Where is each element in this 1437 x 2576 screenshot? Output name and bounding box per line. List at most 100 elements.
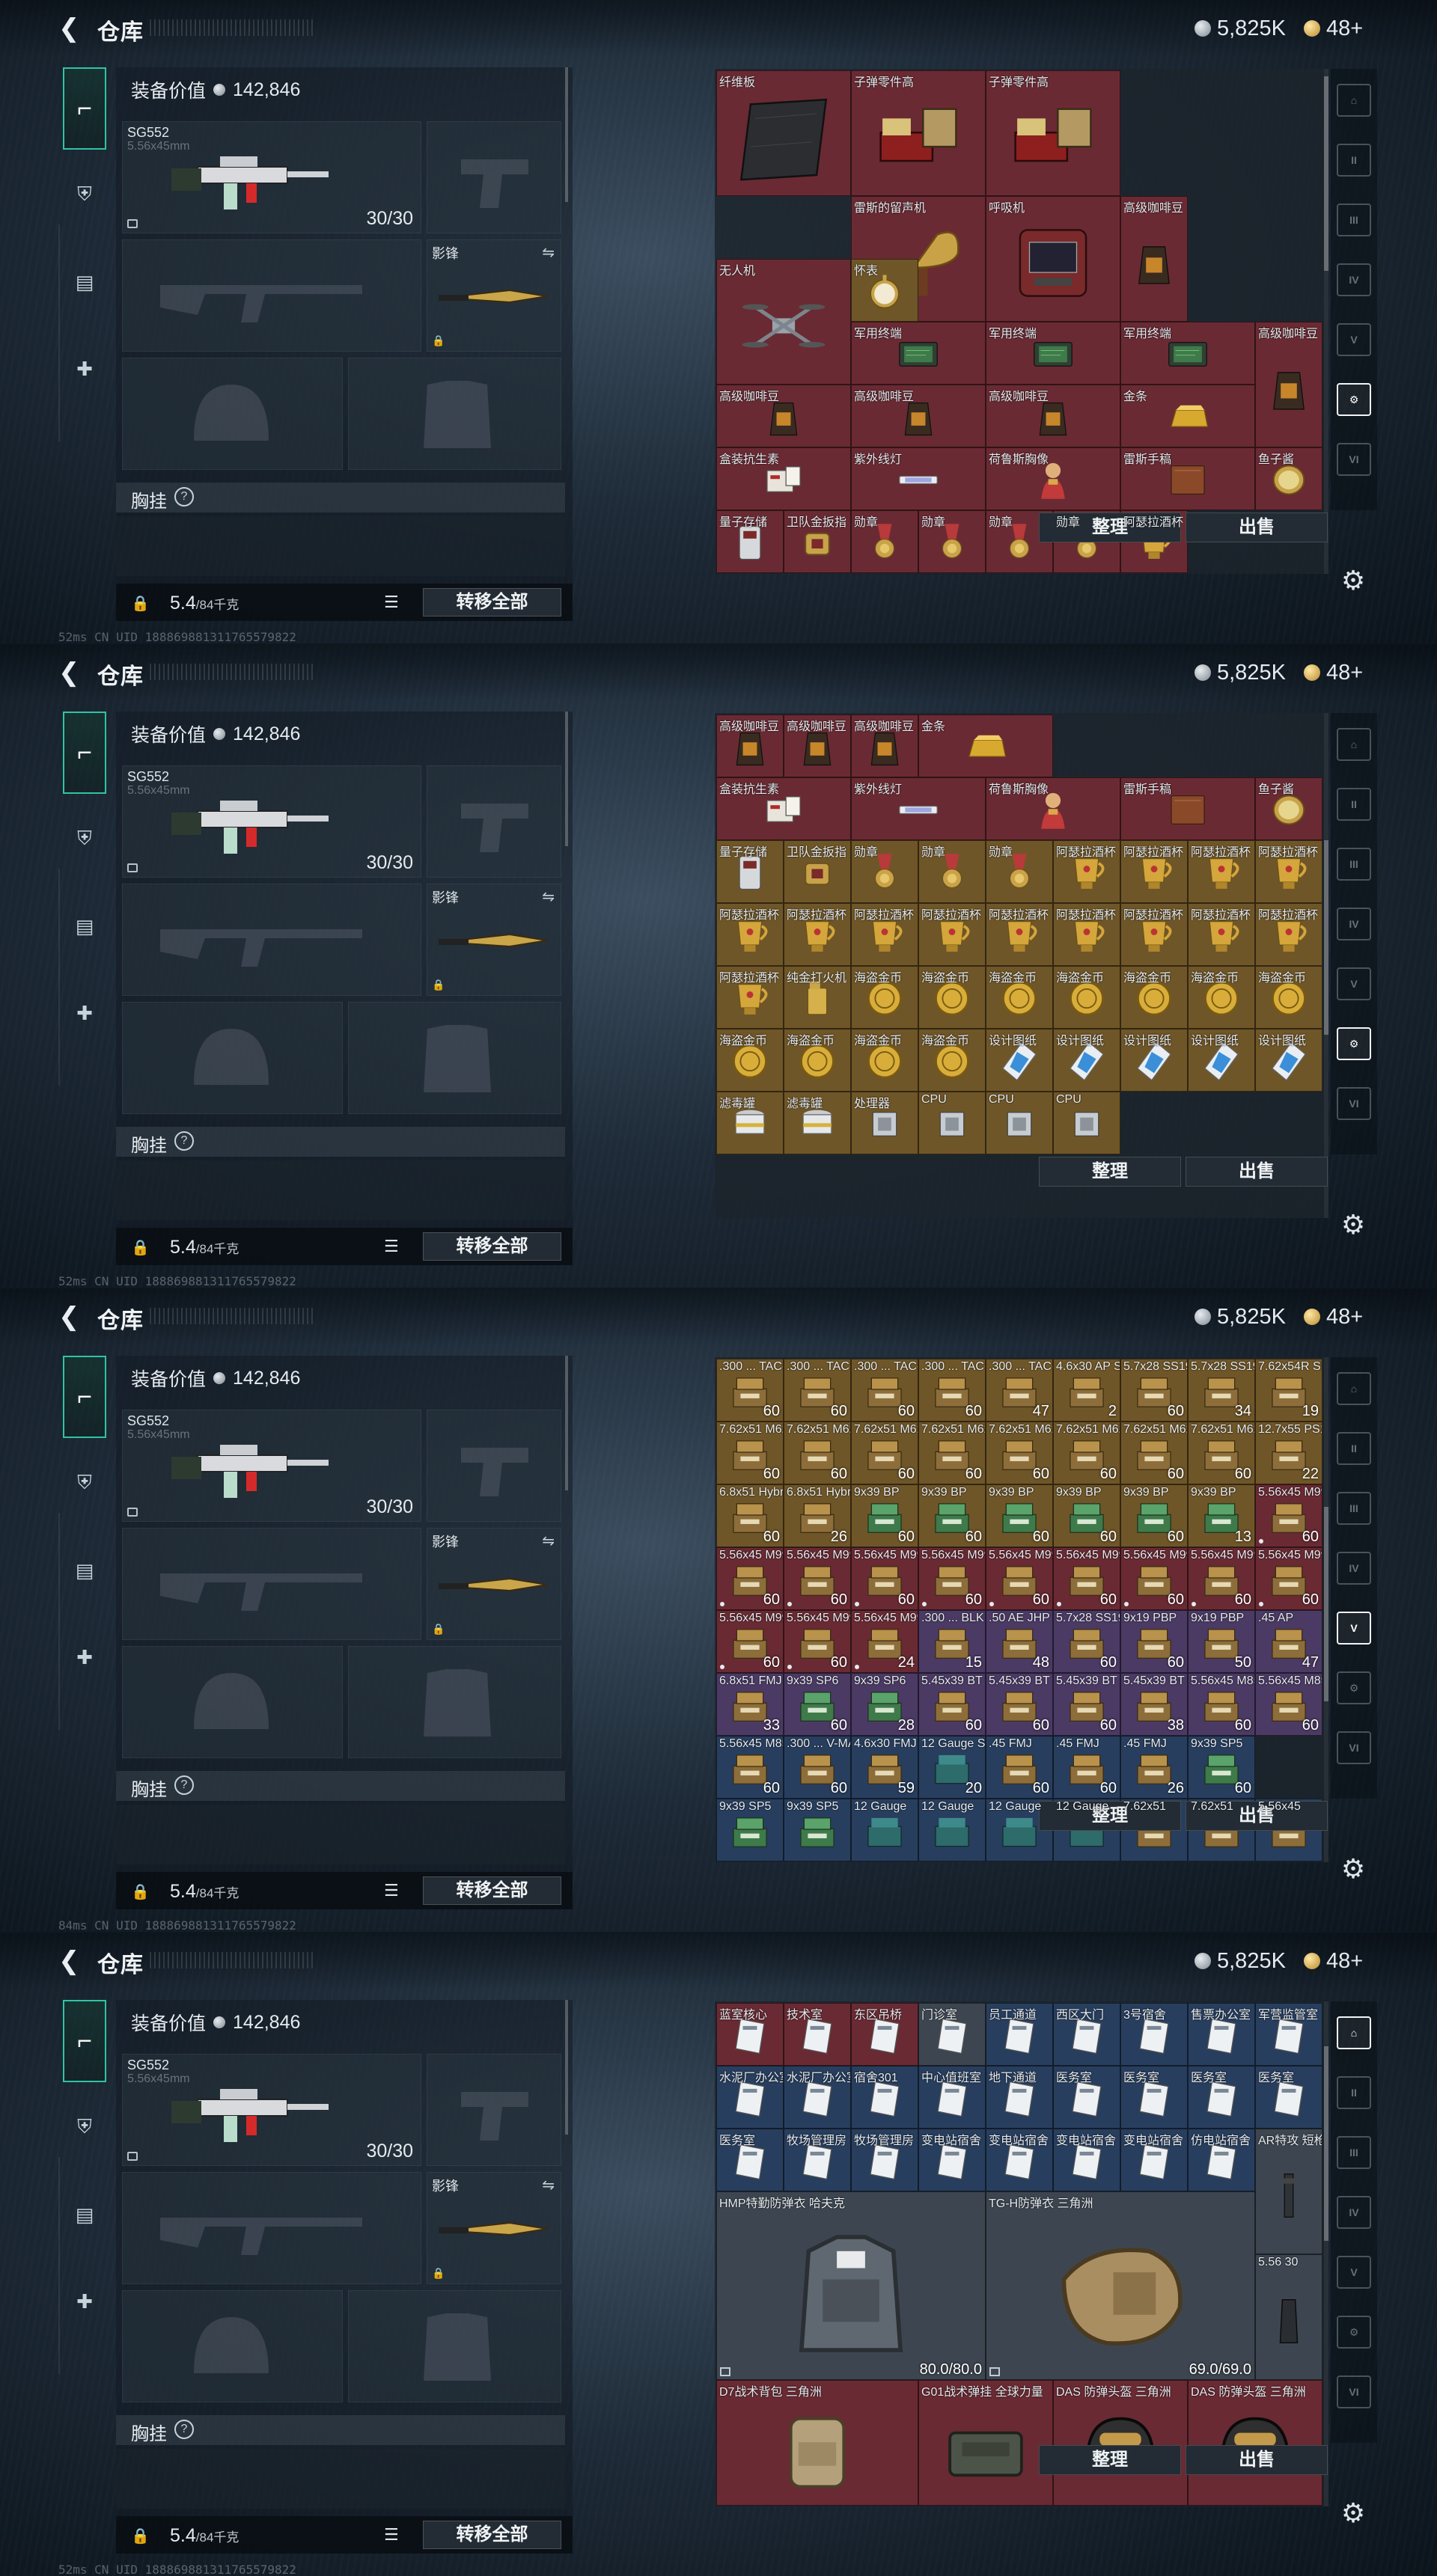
item-cell[interactable]: 中心值班室 [918, 2066, 986, 2129]
loadout-scrollbar[interactable] [565, 712, 568, 846]
back-arrow-icon[interactable]: ❮ [58, 1948, 80, 1974]
list-icon[interactable]: ☰ [384, 593, 400, 611]
item-cell[interactable]: 勋章 [851, 840, 918, 903]
item-cell[interactable]: 变电站宿舍 [1120, 2129, 1188, 2191]
item-cell[interactable]: 5.56x45 M855A1 60 [716, 1736, 784, 1799]
storage-tab-6[interactable]: ⚙ [1337, 2316, 1371, 2349]
loadout-scrollbar[interactable] [565, 1356, 568, 1490]
storage-grid[interactable]: 蓝室核心 技术室 东区吊桥 门诊室 员工通道 西区大门 3号宿舍 售票办公室 军营监管室 水泥厂办… [715, 2001, 1328, 2506]
item-cell[interactable]: 设计图纸 [1053, 1029, 1120, 1092]
item-cell[interactable]: 5.56x45 M995 60 [1255, 1547, 1322, 1610]
helmet-slot[interactable] [122, 2290, 343, 2402]
storage-grid[interactable]: 纤维板 子弹零件高 子弹零件高 雷斯的留声机 呼吸机 高级咖啡豆 无人机 怀表 军用终端 军用终端… [715, 69, 1328, 574]
item-cell[interactable]: 军用终端 [1120, 322, 1255, 385]
item-cell[interactable]: 卫队金扳指 [784, 840, 851, 903]
medkit-tab-icon[interactable]: ✚ [63, 2260, 106, 2343]
rifle-slot-2[interactable] [122, 1528, 421, 1640]
item-cell[interactable]: 9x19 PBP 60 [1120, 1610, 1188, 1673]
item-cell[interactable]: 9x39 BP 60 [1120, 1484, 1188, 1547]
item-cell[interactable]: 阿瑟拉酒杯 [1255, 840, 1322, 903]
item-cell[interactable]: 勋章 [851, 510, 918, 573]
item-cell[interactable]: 纤维板 [716, 70, 851, 196]
item-cell[interactable]: .50 AE JHP 48 [986, 1610, 1053, 1673]
silver-currency[interactable]: 5,825K [1195, 659, 1286, 686]
item-cell[interactable]: 9x19 PBP 50 [1188, 1610, 1255, 1673]
armor-tab-icon[interactable]: ⛨ [63, 2086, 106, 2168]
swap-icon[interactable]: ⇋ [542, 887, 555, 906]
list-icon[interactable]: ☰ [384, 1237, 400, 1255]
item-cell[interactable]: 盒装抗生素 [716, 777, 851, 840]
item-cell[interactable]: D7战术背包 三角洲 [716, 2380, 918, 2506]
item-cell[interactable]: 海盗金币 [851, 966, 918, 1029]
item-cell[interactable]: 海盗金币 [1053, 966, 1120, 1029]
item-cell[interactable]: 勋章 [986, 840, 1053, 903]
secondary-weapon-slot[interactable] [427, 1410, 561, 1522]
item-cell[interactable]: 阿瑟拉酒杯 [1120, 840, 1188, 903]
item-cell[interactable]: 9x39 BP 60 [986, 1484, 1053, 1547]
storage-tab-1[interactable]: ⌂ [1337, 1372, 1371, 1405]
item-cell[interactable]: AR特攻 短枪管组合 [1255, 2129, 1322, 2254]
item-cell[interactable]: 阿瑟拉酒杯 [784, 903, 851, 966]
item-cell[interactable]: 6.8x51 Hybrid 26 [784, 1484, 851, 1547]
item-cell[interactable]: 5.56x45 M855A1 60 [1188, 1673, 1255, 1736]
rifle-slot-2[interactable] [122, 884, 421, 996]
item-cell[interactable]: 宿舍301 [851, 2066, 918, 2129]
item-cell[interactable]: 阿瑟拉酒杯 [1188, 903, 1255, 966]
primary-weapon-slot[interactable]: SG552 5.56x45mm 30/30 [122, 765, 421, 878]
item-cell[interactable]: 5.56x45 M995 60 [716, 1610, 784, 1673]
clipboard-tab-icon[interactable]: ▤ [63, 241, 106, 323]
item-cell[interactable]: 子弹零件高 [986, 70, 1120, 196]
primary-weapon-slot[interactable]: SG552 5.56x45mm 30/30 [122, 2054, 421, 2166]
storage-tab-5[interactable]: V [1337, 323, 1371, 356]
item-cell[interactable]: 紫外线灯 [851, 447, 986, 510]
item-cell[interactable]: 12 Gauge Slug 20 [918, 1736, 986, 1799]
melee-slot[interactable]: 影锋 ⇋ 🔒 [427, 2172, 561, 2284]
item-cell[interactable]: 蓝室核心 [716, 2003, 784, 2066]
melee-slot[interactable]: 影锋 ⇋ 🔒 [427, 884, 561, 996]
item-cell[interactable]: 阿瑟拉酒杯 [1053, 903, 1120, 966]
item-cell[interactable]: CPU [1053, 1092, 1120, 1154]
item-cell[interactable]: 怀表 [851, 259, 918, 322]
storage-tab-3[interactable]: III [1337, 204, 1371, 236]
item-cell[interactable]: 变电站宿舍 [918, 2129, 986, 2191]
help-icon[interactable]: ? [174, 1775, 194, 1795]
item-cell[interactable]: .45 FMJ 26 [1120, 1736, 1188, 1799]
item-cell[interactable]: 鱼子酱 [1255, 447, 1322, 510]
item-cell[interactable]: .300 ... TAC-TX 60 [851, 1359, 918, 1422]
rifle-slot-2[interactable] [122, 2172, 421, 2284]
item-cell[interactable]: 军用终端 [986, 322, 1120, 385]
item-cell[interactable]: 7.62x51 M62 60 [784, 1422, 851, 1484]
item-cell[interactable]: 6.8x51 FMJ 33 [716, 1673, 784, 1736]
help-icon[interactable]: ? [174, 2420, 194, 2439]
helmet-slot[interactable] [122, 358, 343, 470]
item-cell[interactable]: 9x39 SP6 60 [784, 1673, 851, 1736]
item-cell[interactable]: 阿瑟拉酒杯 [1120, 903, 1188, 966]
storage-tab-7[interactable]: VI [1337, 1731, 1371, 1764]
item-cell[interactable]: 7.62x51 M62 60 [1120, 1422, 1188, 1484]
item-cell[interactable]: 3号宿舍 [1120, 2003, 1188, 2066]
item-cell[interactable]: 5.7x28 SS190 34 [1188, 1359, 1255, 1422]
storage-scrollbar-thumb[interactable] [1324, 76, 1328, 271]
storage-tab-2[interactable]: II [1337, 2076, 1371, 2109]
item-cell[interactable]: 水泥厂办公室 [784, 2066, 851, 2129]
armor-slot[interactable] [348, 1646, 561, 1758]
item-cell[interactable]: 阿瑟拉酒杯 [986, 903, 1053, 966]
storage-tab-4[interactable]: IV [1337, 1552, 1371, 1585]
item-cell[interactable]: 东区吊桥 [851, 2003, 918, 2066]
item-cell[interactable]: 5.56x45 M855A1 60 [1255, 1673, 1322, 1736]
item-cell[interactable]: 卫队金扳指 [784, 510, 851, 573]
item-cell[interactable]: .300 ... TAC-TX 47 [986, 1359, 1053, 1422]
item-cell[interactable]: CPU [986, 1092, 1053, 1154]
item-cell[interactable]: 海盗金币 [784, 1029, 851, 1092]
item-cell[interactable]: 医务室 [1120, 2066, 1188, 2129]
clipboard-tab-icon[interactable]: ▤ [63, 2173, 106, 2256]
back-arrow-icon[interactable]: ❮ [58, 1303, 80, 1330]
item-cell[interactable]: 12 Gauge [851, 1799, 918, 1861]
tidy-button[interactable]: 整理 [1039, 1157, 1181, 1187]
storage-tab-6[interactable]: ⚙ [1337, 1671, 1371, 1704]
item-cell[interactable]: 变电站宿舍 [986, 2129, 1053, 2191]
item-cell[interactable]: 5.56x45 M995 60 [1255, 1484, 1322, 1547]
swap-icon[interactable]: ⇋ [542, 2176, 555, 2194]
loadout-scrollbar[interactable] [565, 67, 568, 202]
storage-tab-6[interactable]: ⚙ [1337, 1027, 1371, 1060]
